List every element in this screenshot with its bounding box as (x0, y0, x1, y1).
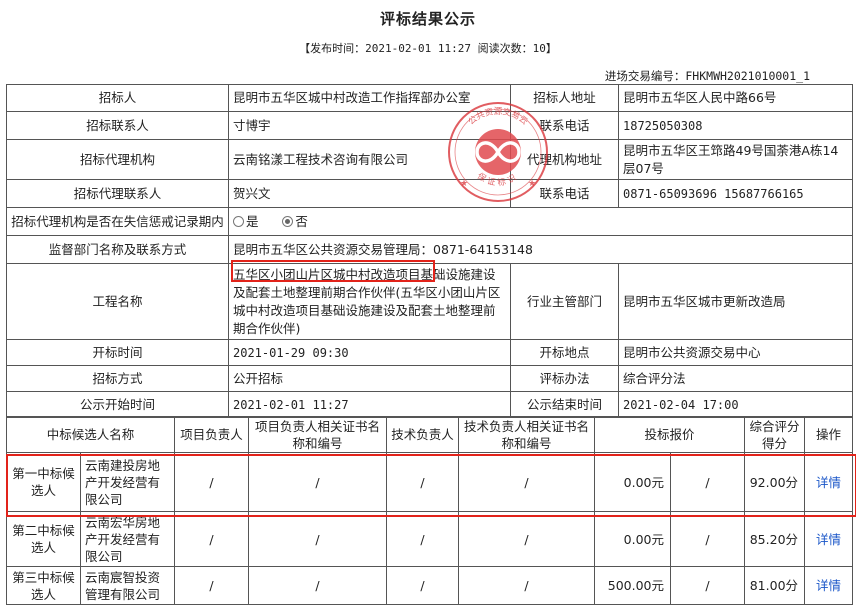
open-time-label: 开标时间 (6, 339, 229, 366)
authority-value: 昆明市五华区城市更新改造局 (618, 263, 853, 340)
table-row: 第二中标候选人 云南宏华房地产开发经营有限公司 / / / / 0.00元 / … (6, 511, 854, 567)
open-place-label: 开标地点 (510, 339, 619, 366)
candidate-score: 81.00分 (744, 566, 806, 605)
project-name-label: 工程名称 (6, 263, 229, 340)
candidate-price: 0.00元 (594, 452, 672, 512)
publicity-start-value: 2021-02-01 11:27 (228, 391, 511, 418)
seal-star-left-icon: ★ (460, 179, 468, 189)
agency-phone-value: 0871-65093696 15687766165 (618, 179, 853, 208)
candidate-name: 云南宸智投资管理有限公司 (79, 566, 176, 605)
seal-stamp: 公共资源交易云 保证标识 ★ ★ (448, 102, 548, 202)
radio-yes-label: 是 (246, 213, 259, 229)
tender-info-table: 招标人 昆明市五华区城中村改造工作指挥部办公室 招标人地址 昆明市五华区人民中路… (6, 84, 853, 418)
candidate-pm: / (174, 452, 250, 512)
candidate-pm-cert: / (248, 566, 388, 605)
agency-label: 招标代理机构 (6, 139, 229, 180)
header-operation: 操作 (804, 416, 854, 453)
publish-meta: 【发布时间：2021-02-01 11:27 阅读次数：10】 (299, 42, 557, 55)
trade-number: 进场交易编号：FHKMWH2021010001_1 (604, 69, 810, 83)
publicity-end-value: 2021-02-04 17:00 (618, 391, 853, 418)
dishonest-options: 是 否 (228, 207, 853, 236)
candidate-pm: / (174, 511, 250, 567)
candidate-price-extra: / (670, 452, 746, 512)
header-candidate-name: 中标候选人名称 (5, 416, 176, 453)
candidates-table: 中标候选人名称 项目负责人 项目负责人相关证书名称和编号 技术负责人 技术负责人… (5, 416, 854, 605)
agency-address-value: 昆明市五华区王筇路49号国荼港A栋14层07号 (618, 139, 853, 180)
candidate-pm-cert: / (248, 452, 388, 512)
publicity-start-label: 公示开始时间 (6, 391, 229, 418)
details-link[interactable]: 详情 (804, 511, 854, 567)
candidate-price: 500.00元 (594, 566, 672, 605)
candidate-tech: / (386, 566, 460, 605)
table-row: 第一中标候选人 云南建投房地产开发经营有限公司 / / / / 0.00元 / … (6, 452, 854, 512)
project-name-value: 五华区小团山片区城中村改造项目基础设施建设及配套土地整理前期合作伙伴(五华区小团… (228, 263, 511, 340)
candidate-score: 92.00分 (744, 452, 806, 512)
authority-label: 行业主管部门 (510, 263, 619, 340)
eval-method-value: 综合评分法 (618, 365, 853, 392)
method-value: 公开招标 (228, 365, 511, 392)
candidate-name: 云南宏华房地产开发经营有限公司 (79, 511, 176, 567)
page-title: 评标结果公示 (379, 10, 476, 28)
dishonest-label: 招标代理机构是否在失信惩戒记录期内 (6, 207, 229, 236)
candidate-pm-cert: / (248, 511, 388, 567)
method-label: 招标方式 (6, 365, 229, 392)
header-bid-price: 投标报价 (594, 416, 746, 453)
candidate-rank: 第二中标候选人 (6, 511, 81, 567)
radio-no[interactable] (282, 215, 294, 227)
supervisor-value: 昆明市五华区公共资源交易管理局：0871-64153148 (228, 235, 853, 264)
open-place-value: 昆明市公共资源交易中心 (618, 339, 853, 366)
bidder-address-value: 昆明市五华区人民中路66号 (618, 84, 853, 112)
radio-no-label: 否 (295, 213, 308, 229)
open-time-value: 2021-01-29 09:30 (228, 339, 511, 366)
publicity-end-label: 公示结束时间 (510, 391, 619, 418)
project-name-highlight: 五华区小团山片区城中村改造项目 (233, 266, 421, 282)
bidder-label: 招标人 (6, 84, 229, 112)
details-link[interactable]: 详情 (804, 452, 854, 512)
candidate-tech-cert: / (458, 566, 596, 605)
candidate-rank: 第三中标候选人 (6, 566, 81, 605)
candidate-tech: / (386, 452, 460, 512)
candidate-price-extra: / (670, 511, 746, 567)
agency-contact-label: 招标代理联系人 (6, 179, 229, 208)
contact-label: 招标联系人 (6, 111, 229, 140)
header-tech-lead: 技术负责人 (386, 416, 460, 453)
candidate-price-extra: / (670, 566, 746, 605)
header-tech-cert: 技术负责人相关证书名称和编号 (458, 416, 596, 453)
eval-method-label: 评标办法 (510, 365, 619, 392)
candidate-tech-cert: / (458, 452, 596, 512)
supervisor-label: 监督部门名称及联系方式 (6, 235, 229, 264)
header-project-manager: 项目负责人 (174, 416, 250, 453)
candidate-pm: / (174, 566, 250, 605)
seal-star-right-icon: ★ (528, 179, 536, 189)
radio-yes[interactable] (233, 215, 244, 227)
candidate-rank: 第一中标候选人 (6, 452, 81, 512)
candidate-price: 0.00元 (594, 511, 672, 567)
header-score: 综合评分得分 (744, 416, 806, 453)
phone-value: 18725050308 (618, 111, 853, 140)
candidate-name: 云南建投房地产开发经营有限公司 (79, 452, 176, 512)
candidate-tech: / (386, 511, 460, 567)
details-link[interactable]: 详情 (804, 566, 854, 605)
candidate-score: 85.20分 (744, 511, 806, 567)
candidate-tech-cert: / (458, 511, 596, 567)
header-pm-cert: 项目负责人相关证书名称和编号 (248, 416, 388, 453)
table-row: 第三中标候选人 云南宸智投资管理有限公司 / / / / 500.00元 / 8… (6, 566, 854, 605)
